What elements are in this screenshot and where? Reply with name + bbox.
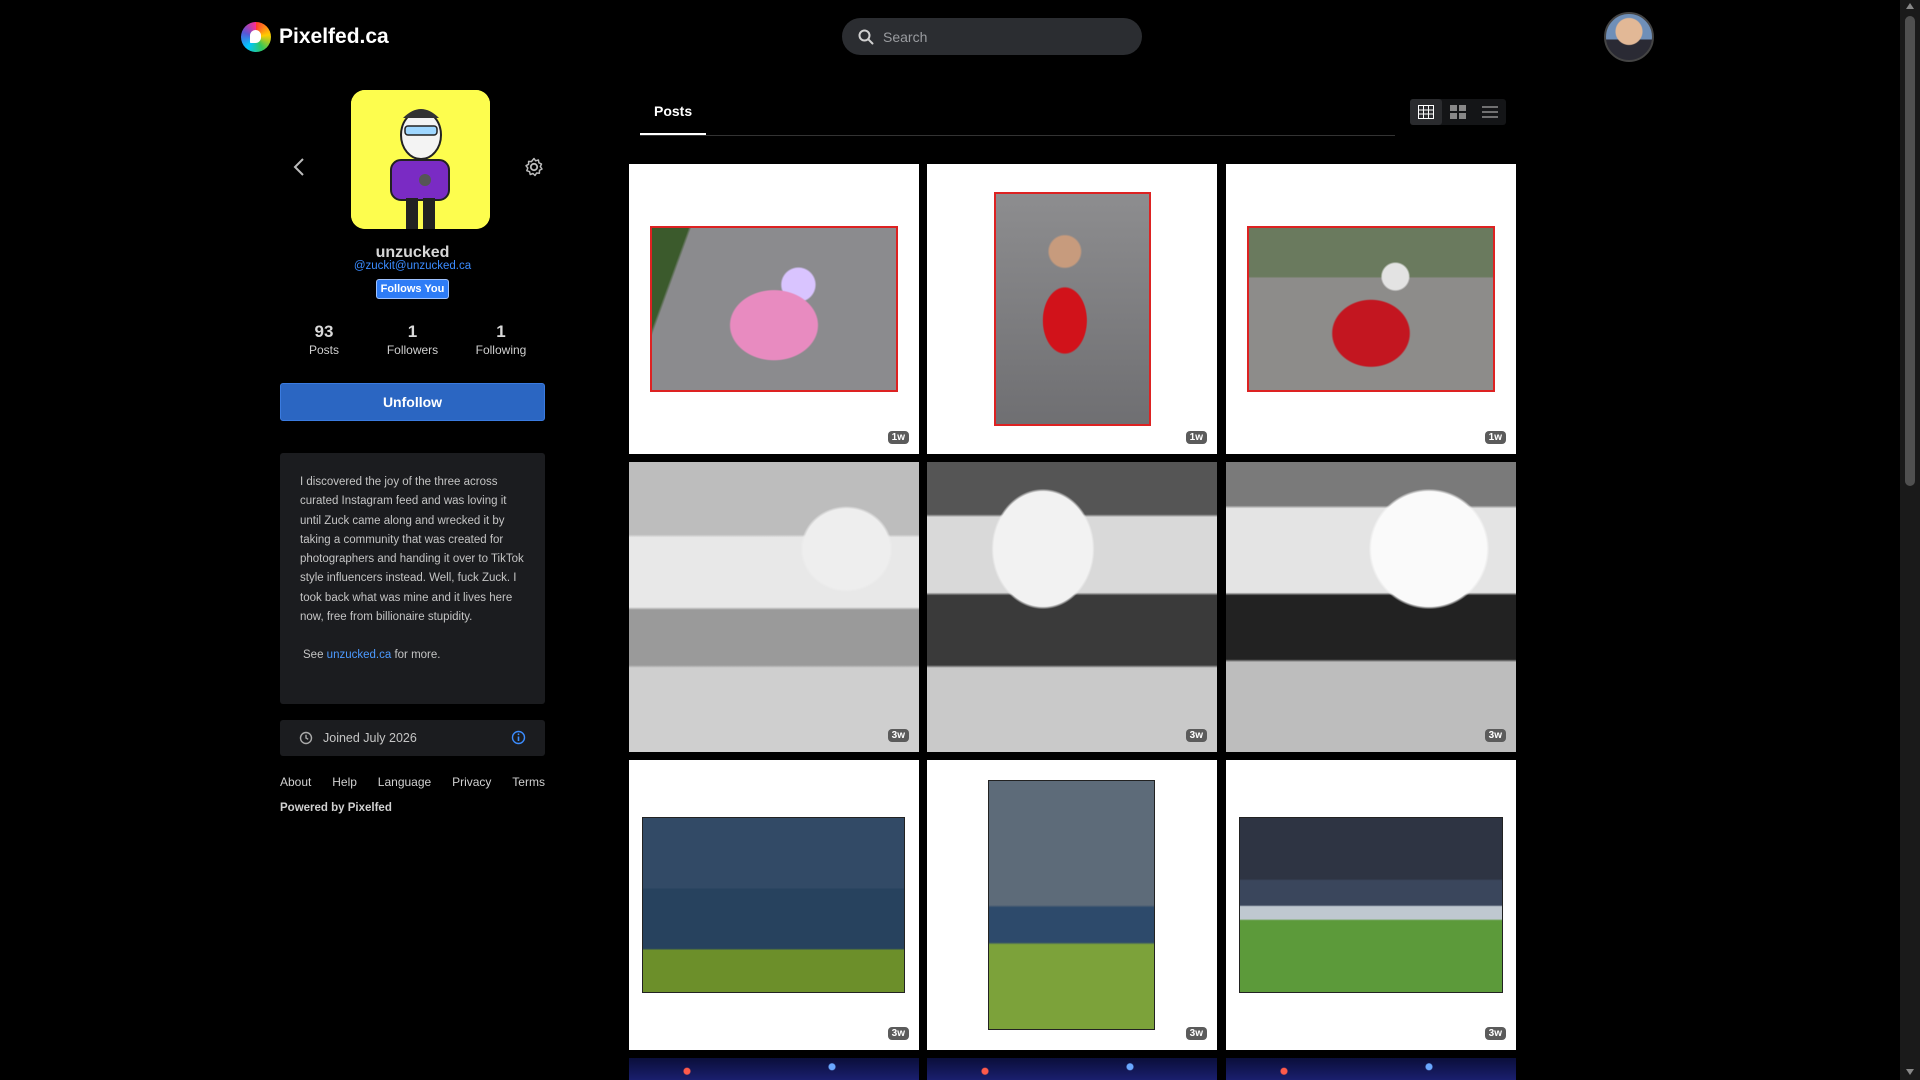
tab-posts[interactable]: Posts [640, 90, 707, 135]
powered-by[interactable]: Powered by Pixelfed [280, 802, 392, 814]
scrollbar-thumb[interactable] [1905, 16, 1915, 486]
list-icon [1482, 106, 1498, 118]
settings-button[interactable] [524, 157, 544, 177]
profile-sidebar: unzucked @zuckit@unzucked.ca Follows You… [280, 90, 545, 814]
back-button[interactable] [290, 156, 308, 178]
footer-link-privacy[interactable]: Privacy [452, 775, 491, 789]
stat-posts-label: Posts [308, 343, 339, 357]
list-view-button[interactable] [1474, 99, 1506, 125]
post-image [994, 192, 1151, 426]
stat-followers-label: Followers [386, 343, 439, 357]
post-image [642, 817, 905, 993]
post-image [629, 1058, 919, 1080]
badge-wrapper: Follows You [280, 279, 545, 299]
profile-tabs: Posts [640, 90, 1395, 136]
post-tile[interactable]: 3w [1226, 760, 1516, 1050]
scroll-down-arrow-icon[interactable] [1905, 1068, 1915, 1076]
post-tile[interactable] [1226, 1058, 1516, 1080]
footer-links: About Help Language Privacy Terms [280, 775, 545, 789]
post-age: 1w [887, 431, 909, 444]
unfollow-button[interactable]: Unfollow [280, 383, 545, 421]
post-image [629, 462, 919, 752]
profile-avatar [351, 90, 490, 229]
brand-link[interactable]: Pixelfed.ca [241, 22, 389, 52]
page-scrollbar[interactable] [1900, 0, 1920, 1080]
scroll-up-arrow-icon[interactable] [1905, 2, 1915, 10]
post-image [988, 780, 1155, 1030]
top-navbar: Pixelfed.ca [0, 0, 1900, 74]
post-tile[interactable]: 1w [629, 164, 919, 454]
post-age: 3w [1185, 729, 1207, 742]
post-tile[interactable] [629, 1058, 919, 1080]
layout-toggle [1410, 99, 1506, 125]
post-tile[interactable]: 3w [629, 760, 919, 1050]
post-tile[interactable]: 3w [927, 760, 1217, 1050]
user-avatar-menu[interactable] [1604, 12, 1654, 62]
profile-header [280, 90, 545, 230]
post-image [1247, 226, 1495, 392]
grid-large-icon [1450, 105, 1466, 119]
post-image [1226, 1058, 1516, 1080]
post-age: 1w [1484, 431, 1506, 444]
post-tile[interactable]: 1w [1226, 164, 1516, 454]
post-image [650, 226, 898, 392]
grid-large-view-button[interactable] [1442, 99, 1474, 125]
joined-panel: Joined July 2026 [280, 720, 545, 756]
stat-followers-value: 1 [407, 322, 418, 341]
profile-handle[interactable]: @zuckit@unzucked.ca [280, 260, 545, 272]
profile-bio: I discovered the joy of the three across… [280, 453, 545, 704]
bio-more-prefix: See [303, 649, 324, 662]
post-tile[interactable]: 3w [1226, 462, 1516, 752]
post-tile[interactable]: 3w [927, 462, 1217, 752]
stat-posts[interactable]: 93 Posts [284, 322, 364, 357]
post-image [927, 462, 1217, 752]
follows-you-badge: Follows You [375, 279, 450, 299]
stat-posts-value: 93 [314, 322, 334, 341]
bio-more-suffix: for more. [394, 649, 441, 662]
footer-link-about[interactable]: About [280, 775, 311, 789]
post-image [1226, 462, 1516, 752]
cartoon-avatar-icon [351, 90, 490, 229]
footer-link-help[interactable]: Help [332, 775, 357, 789]
footer-link-language[interactable]: Language [378, 775, 431, 789]
post-tile[interactable] [927, 1058, 1217, 1080]
gear-icon [525, 157, 543, 177]
info-button[interactable] [511, 730, 526, 748]
grid-view-button[interactable] [1410, 99, 1442, 125]
post-age: 3w [1185, 1027, 1207, 1040]
post-age: 3w [1484, 729, 1506, 742]
bio-website-link[interactable]: unzucked.ca [327, 649, 392, 661]
bio-more-line: See unzucked.ca for more. [300, 646, 529, 665]
post-age: 3w [887, 1027, 909, 1040]
search-icon [858, 29, 874, 44]
post-age: 3w [1484, 1027, 1506, 1040]
profile-stats: 93 Posts 1 Followers 1 Following [280, 322, 545, 357]
pixelfed-logo-icon [241, 22, 271, 52]
clock-icon [299, 731, 313, 745]
stat-following[interactable]: 1 Following [461, 322, 541, 357]
post-image [1239, 817, 1503, 993]
chevron-left-icon [293, 158, 304, 176]
joined-date: Joined July 2026 [323, 731, 417, 745]
stat-following-label: Following [475, 343, 527, 357]
bio-text: I discovered the joy of the three across… [300, 476, 524, 624]
post-age: 3w [887, 729, 909, 742]
grid-small-icon [1418, 105, 1434, 119]
post-tile[interactable]: 1w [927, 164, 1217, 454]
post-tile[interactable]: 3w [629, 462, 919, 752]
footer-link-terms[interactable]: Terms [512, 775, 545, 789]
stat-followers[interactable]: 1 Followers [373, 322, 453, 357]
post-age: 1w [1185, 431, 1207, 444]
stat-following-value: 1 [496, 322, 506, 341]
brand-name: Pixelfed.ca [279, 25, 389, 48]
search-box[interactable] [842, 18, 1142, 55]
post-image [927, 1058, 1217, 1080]
search-input[interactable] [883, 28, 1123, 45]
info-circle-icon [511, 730, 526, 745]
